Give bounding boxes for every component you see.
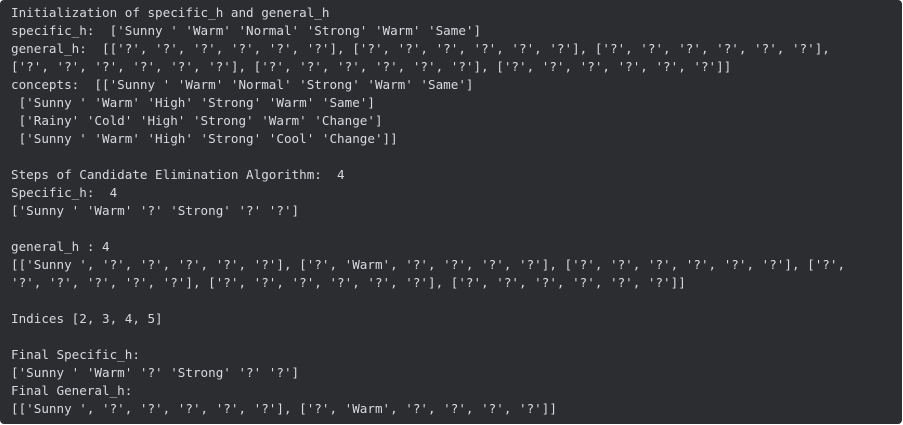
output-line-blank (11, 220, 902, 238)
output-line: general_h: [['?', '?', '?', '?', '?', '?… (11, 41, 830, 56)
output-line: Final Specific_h: (11, 347, 140, 362)
cell-output-panel: Initialization of specific_h and general… (0, 0, 902, 424)
output-line-blank (11, 328, 902, 346)
output-line: ['?', '?', '?', '?', '?', '?'], ['?', '?… (11, 59, 732, 74)
output-line: ['Sunny ' 'Warm' '?' 'Strong' '?' '?'] (11, 365, 300, 380)
output-line: Specific_h: 4 (11, 185, 118, 200)
output-line: ['Sunny ' 'Warm' '?' 'Strong' '?' '?'] (11, 203, 300, 218)
output-line: general_h : 4 (11, 239, 110, 254)
output-line: ['Rainy' 'Cold' 'High' 'Strong' 'Warm' '… (11, 113, 383, 128)
output-line: concepts: [['Sunny ' 'Warm' 'Normal' 'St… (11, 77, 474, 92)
output-line: Initialization of specific_h and general… (11, 5, 330, 20)
output-line: [['Sunny ', '?', '?', '?', '?', '?'], ['… (11, 257, 846, 272)
output-line: ['Sunny ' 'Warm' 'High' 'Strong' 'Warm' … (11, 95, 375, 110)
output-line: Steps of Candidate Elimination Algorithm… (11, 167, 345, 182)
output-line: Indices [2, 3, 4, 5] (11, 311, 163, 326)
output-line-blank (11, 148, 902, 166)
output-line: ['Sunny ' 'Warm' 'High' 'Strong' 'Cool' … (11, 131, 398, 146)
output-line: Final General_h: (11, 383, 133, 398)
output-line: specific_h: ['Sunny ' 'Warm' 'Normal' 'S… (11, 23, 482, 38)
output-line: [['Sunny ', '?', '?', '?', '?', '?'], ['… (11, 401, 557, 416)
output-line: '?', '?', '?', '?', '?'], ['?', '?', '?'… (11, 275, 686, 290)
output-line-blank (11, 292, 902, 310)
